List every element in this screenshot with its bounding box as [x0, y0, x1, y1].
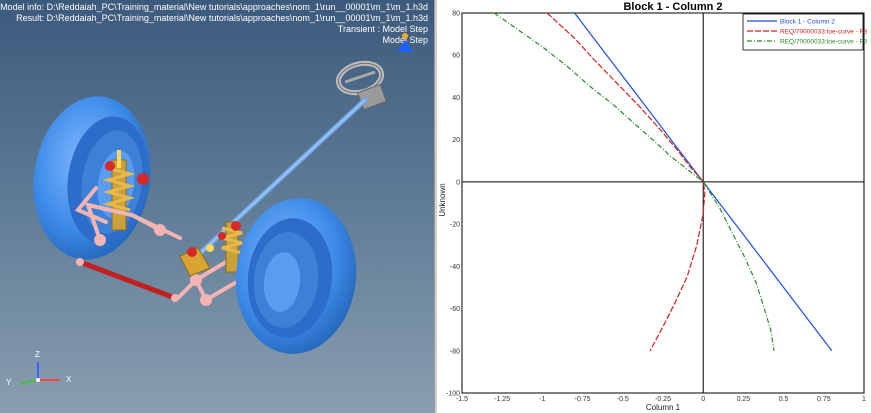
y-tick-label: 40 [452, 95, 460, 102]
chart-legend[interactable]: Block 1 - Column 2 REQ/70000033:toe-curve… [742, 13, 867, 51]
plot-area [461, 12, 865, 394]
legend-entry[interactable]: REQ/70000033:toe-curve - F3 [780, 29, 867, 36]
3d-viewport[interactable]: Model info: D:\Reddaiah_PC\Training_mate… [0, 0, 434, 413]
y-tick-label: -60 [450, 306, 460, 313]
x-tick-label: -1 [539, 396, 545, 403]
x-tick-label: 0.5 [779, 396, 789, 403]
xy-plot[interactable]: -1.5 -1.25 -1 -0.75 -0.5 -0.25 0 0.25 0.5 0.75 1-1… [437, 0, 871, 413]
legend-entry[interactable]: Block 1 - Column 2 [780, 19, 835, 26]
y-tick-label: -100 [446, 391, 460, 398]
x-tick-label: -0.5 [617, 396, 629, 403]
legend-entry[interactable]: REQ/70000033:toe-curve - F3 [780, 39, 867, 46]
x-tick-label: -0.25 [655, 396, 671, 403]
y-tick-label: 0 [456, 179, 460, 186]
suspension-model-scene[interactable] [0, 0, 434, 413]
y-tick-label: 60 [452, 53, 460, 60]
coordinate-triad-icon [19, 362, 60, 385]
x-tick-label: -1.25 [494, 396, 510, 403]
tie-rod[interactable] [77, 259, 178, 301]
y-tick-label: -20 [450, 222, 460, 229]
plot-window[interactable]: -1.5 -1.25 -1 -0.75 -0.5 -0.25 0 0.25 0.5 0.75 1 -1… [437, 0, 871, 413]
triad-x-label: X [66, 375, 72, 384]
y-tick-label: 20 [452, 137, 460, 144]
y-axis-title: Unknown [438, 183, 447, 216]
plot-axes [461, 12, 865, 394]
chart-title: Block 1 - Column 2 [623, 1, 722, 13]
y-tick-label: -40 [450, 264, 460, 271]
triad-z-label: Z [35, 350, 40, 359]
x-tick-label: 0 [701, 396, 705, 403]
x-axis-title: Column 1 [646, 403, 681, 412]
x-tick-label: 0.75 [817, 396, 831, 403]
x-tick-label: -0.75 [575, 396, 591, 403]
y-tick-label: -80 [450, 348, 460, 355]
triad-y-label: Y [6, 378, 12, 387]
x-tick-label: 0.25 [737, 396, 751, 403]
y-tick-label: 80 [452, 11, 460, 18]
x-tick-label: 1 [862, 396, 866, 403]
model-step-marker-icon[interactable] [397, 33, 413, 52]
right-tire[interactable] [228, 192, 364, 360]
